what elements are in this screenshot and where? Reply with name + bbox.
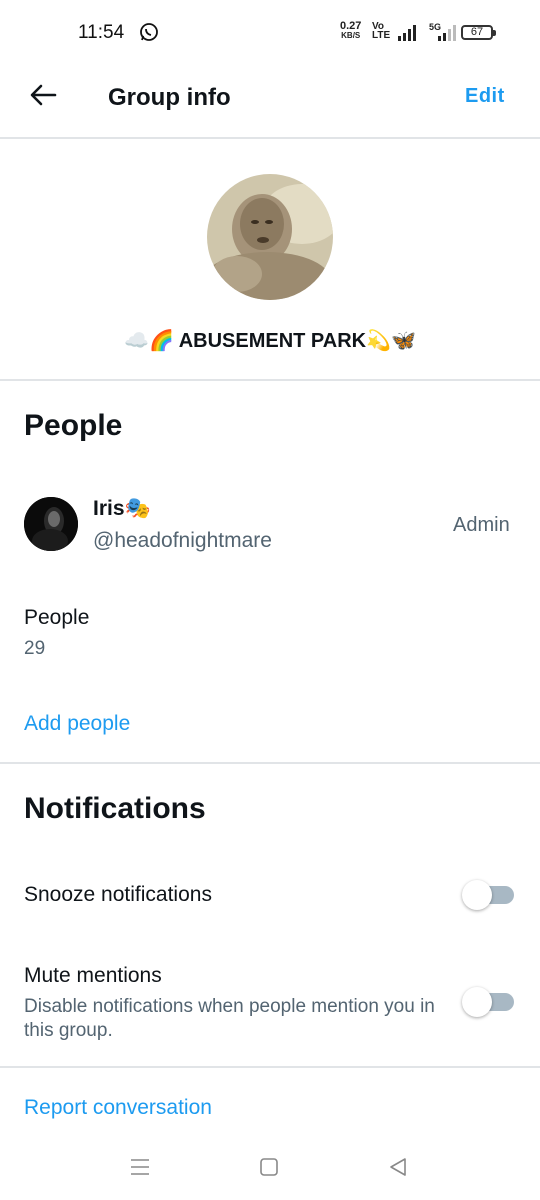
- snooze-notifications-toggle[interactable]: [462, 880, 514, 910]
- signal-strength-icon: [398, 25, 416, 41]
- group-avatar[interactable]: [207, 174, 333, 300]
- back-arrow-icon[interactable]: [28, 80, 58, 110]
- group-divider: [0, 379, 540, 381]
- member-name[interactable]: Iris🎭: [93, 497, 151, 521]
- network-speed-value: 0.27: [340, 20, 362, 32]
- member-avatar[interactable]: [24, 497, 78, 551]
- group-name: ☁️🌈 ABUSEMENT PARK💫🦋: [124, 330, 416, 352]
- back-triangle-icon[interactable]: [383, 1152, 413, 1182]
- notifications-divider: [0, 1066, 540, 1068]
- battery-icon: 67: [461, 25, 496, 40]
- toggle-knob: [462, 880, 492, 910]
- member-handle: @headofnightmare: [93, 529, 272, 552]
- mute-mentions-description: Disable notifications when people mentio…: [24, 996, 435, 1041]
- edit-button[interactable]: Edit: [465, 85, 505, 108]
- volte-bottom: LTE: [372, 30, 391, 41]
- whatsapp-icon: [140, 23, 158, 41]
- mute-mentions-label: Mute mentions: [24, 964, 162, 987]
- page-title: Group info: [108, 84, 231, 111]
- volte-indicator: Vo LTE: [372, 22, 391, 41]
- people-count: 29: [24, 638, 46, 659]
- people-section-title: People: [24, 409, 123, 442]
- signal-strength-2-icon: [438, 25, 456, 41]
- snooze-notifications-label: Snooze notifications: [24, 883, 212, 906]
- notifications-section-title: Notifications: [24, 792, 206, 825]
- people-divider: [0, 762, 540, 764]
- network-speed-unit: KB/S: [341, 31, 361, 40]
- member-role-badge: Admin: [453, 514, 510, 536]
- report-conversation-button[interactable]: Report conversation: [24, 1096, 212, 1120]
- home-square-icon[interactable]: [254, 1152, 284, 1182]
- mute-mentions-toggle[interactable]: [462, 987, 514, 1017]
- add-people-button[interactable]: Add people: [24, 712, 130, 736]
- people-count-label[interactable]: People: [24, 606, 89, 630]
- network-speed: 0.27 KB/S: [340, 20, 362, 41]
- status-time: 11:54: [78, 22, 125, 43]
- battery-level: 67: [470, 26, 484, 38]
- header-divider: [0, 137, 540, 139]
- menu-icon[interactable]: [125, 1152, 155, 1182]
- toggle-knob: [462, 987, 492, 1017]
